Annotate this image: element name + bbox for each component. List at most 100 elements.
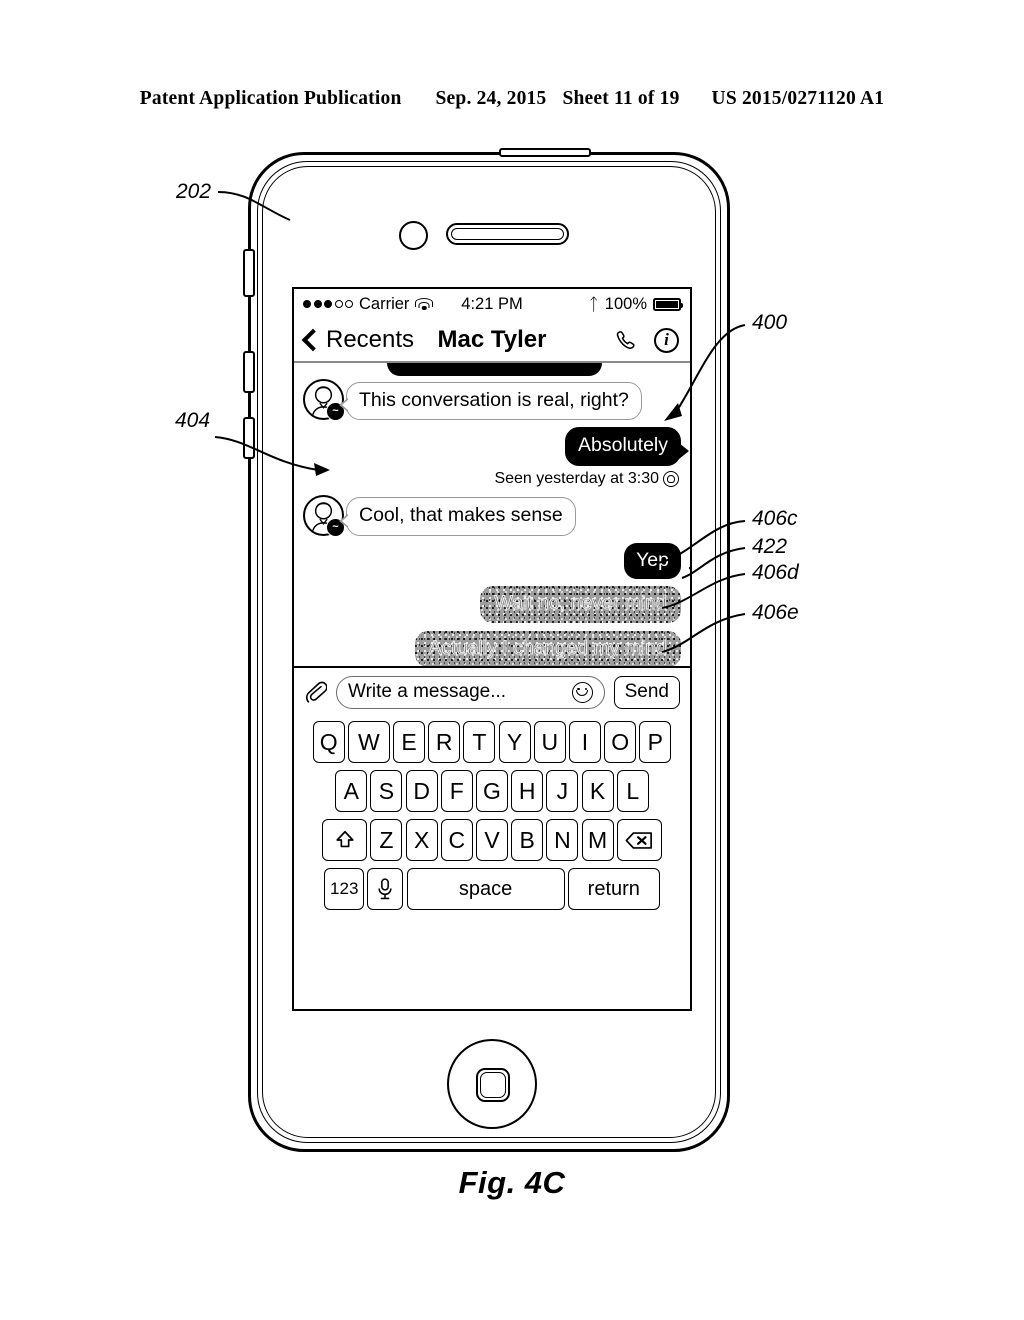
message-row-incoming: ~ This conversation is real, right? (303, 379, 681, 421)
battery-icon (653, 297, 683, 311)
key-b[interactable]: B (511, 819, 544, 861)
back-to-recents-button[interactable]: Recents (301, 326, 415, 354)
key-l[interactable]: L (616, 770, 649, 812)
ref-422: 422 (752, 535, 788, 558)
key-x[interactable]: X (405, 819, 438, 861)
conversation-thread-404[interactable]: ~ This conversation is real, right? Abso… (294, 363, 690, 666)
seen-receipt-label: Seen yesterday at 3:30 (494, 469, 659, 487)
figure-caption: Fig. 4C (458, 1165, 566, 1200)
ref-406d: 406d (752, 561, 799, 584)
publication-label: Patent Application Publication (139, 88, 402, 109)
battery-percent-label: 100% (604, 294, 647, 313)
redacted-message-bubble[interactable]: Actually I changed my mind (415, 631, 681, 667)
earpiece-speaker-icon (446, 223, 569, 245)
key-k[interactable]: K (581, 770, 614, 812)
back-button-label: Recents (326, 326, 415, 353)
status-bar-right: ᛏ 100% (588, 294, 683, 314)
keyboard-row-4: 123 space return (297, 868, 687, 910)
contact-avatar: ~ (303, 379, 345, 421)
key-v[interactable]: V (476, 819, 508, 861)
chevron-left-icon (301, 328, 325, 352)
power-button[interactable] (499, 148, 591, 157)
shift-icon[interactable] (322, 819, 368, 861)
message-bubble[interactable]: This conversation is real, right? (339, 381, 642, 420)
smiley-icon[interactable] (571, 681, 593, 703)
redacted-message-bubble[interactable]: Wait no, never mind (480, 586, 681, 623)
virtual-keyboard: Q W E R T Y U I O P A S D F G H J K L Z … (294, 716, 690, 914)
key-a[interactable]: A (335, 770, 368, 812)
navigation-bar: Recents Mac Tyler i (294, 319, 690, 363)
wifi-icon (415, 297, 434, 311)
message-input-field[interactable]: Write a message... (336, 675, 605, 709)
ref-406c: 406c (752, 507, 798, 530)
ref-202: 202 (176, 180, 212, 203)
message-row-incoming: ~ Cool, that makes sense (303, 494, 681, 537)
message-input-bar: Write a message... Send (294, 666, 690, 716)
keyboard-row-3: Z X C V B N M (297, 819, 687, 861)
microphone-icon[interactable] (367, 868, 404, 910)
keyboard-row-2: A S D F G H J K L (297, 770, 687, 812)
key-t[interactable]: T (463, 721, 496, 763)
ref-406e: 406e (752, 601, 799, 624)
patent-number: US 2015/0271120 A1 (711, 88, 885, 109)
checkmark-icon (688, 561, 690, 575)
info-icon[interactable]: i (654, 327, 679, 353)
message-row-outgoing-406d: Wait no, never mind (303, 586, 681, 623)
ref-400: 400 (752, 311, 788, 334)
front-camera-icon (399, 221, 428, 250)
space-key[interactable]: space (406, 868, 565, 910)
seen-avatar-icon (663, 470, 679, 487)
keyboard-row-1: Q W E R T Y U I O P (297, 721, 687, 763)
key-f[interactable]: F (440, 770, 473, 812)
volume-down-button[interactable] (243, 417, 255, 459)
backspace-icon[interactable] (616, 819, 662, 861)
message-input-placeholder: Write a message... (348, 681, 507, 702)
home-button-square-icon (476, 1068, 510, 1102)
device-screen-400: Carrier 4:21 PM ᛏ 100% Recents Mac Tyler (292, 287, 692, 1011)
key-o[interactable]: O (604, 721, 637, 763)
home-button[interactable] (447, 1039, 537, 1129)
return-key[interactable]: return (567, 868, 660, 910)
signal-strength-icon (303, 300, 353, 308)
key-p[interactable]: P (639, 721, 672, 763)
send-button[interactable]: Send (613, 675, 680, 709)
partial-message-bubble (387, 363, 602, 376)
contact-avatar: ~ (303, 494, 345, 537)
message-row-outgoing-406c: Yep (303, 542, 690, 579)
sheet-number: Sheet 11 of 19 (562, 88, 680, 109)
message-bubble[interactable]: Absolutely (565, 427, 689, 466)
key-m[interactable]: M (581, 819, 614, 861)
key-s[interactable]: S (370, 770, 403, 812)
numeric-keyboard-button[interactable]: 123 (324, 868, 365, 910)
publication-date: Sep. 24, 2015 (435, 88, 547, 109)
message-bubble[interactable]: Cool, that makes sense (339, 497, 576, 536)
key-z[interactable]: Z (370, 819, 403, 861)
status-bar: Carrier 4:21 PM ᛏ 100% (294, 289, 690, 319)
key-r[interactable]: R (428, 721, 461, 763)
patent-header: Patent Application Publication Sep. 24, … (0, 88, 1024, 110)
message-bubble[interactable]: Yep (624, 542, 681, 579)
key-j[interactable]: J (546, 770, 579, 812)
silent-switch[interactable] (243, 249, 255, 297)
key-c[interactable]: C (440, 819, 473, 861)
key-y[interactable]: Y (498, 721, 531, 763)
message-row-outgoing: Absolutely (303, 427, 689, 466)
key-d[interactable]: D (405, 770, 438, 812)
key-i[interactable]: I (568, 721, 601, 763)
message-row-outgoing-406e: Actually I changed my mind (303, 631, 681, 667)
key-n[interactable]: N (546, 819, 579, 861)
key-h[interactable]: H (511, 770, 544, 812)
phone-device-202: Carrier 4:21 PM ᛏ 100% Recents Mac Tyler (243, 148, 730, 1152)
key-g[interactable]: G (476, 770, 508, 812)
ref-404: 404 (175, 409, 211, 432)
seen-receipt: Seen yesterday at 3:30 (303, 470, 681, 488)
key-u[interactable]: U (533, 721, 566, 763)
key-e[interactable]: E (393, 721, 426, 763)
volume-up-button[interactable] (243, 351, 255, 393)
key-w[interactable]: W (347, 721, 390, 763)
key-q[interactable]: Q (312, 721, 345, 763)
phone-icon[interactable] (615, 329, 638, 352)
bluetooth-icon: ᛏ (588, 294, 599, 314)
paperclip-icon[interactable] (304, 679, 328, 705)
status-bar-left: Carrier (303, 295, 434, 314)
